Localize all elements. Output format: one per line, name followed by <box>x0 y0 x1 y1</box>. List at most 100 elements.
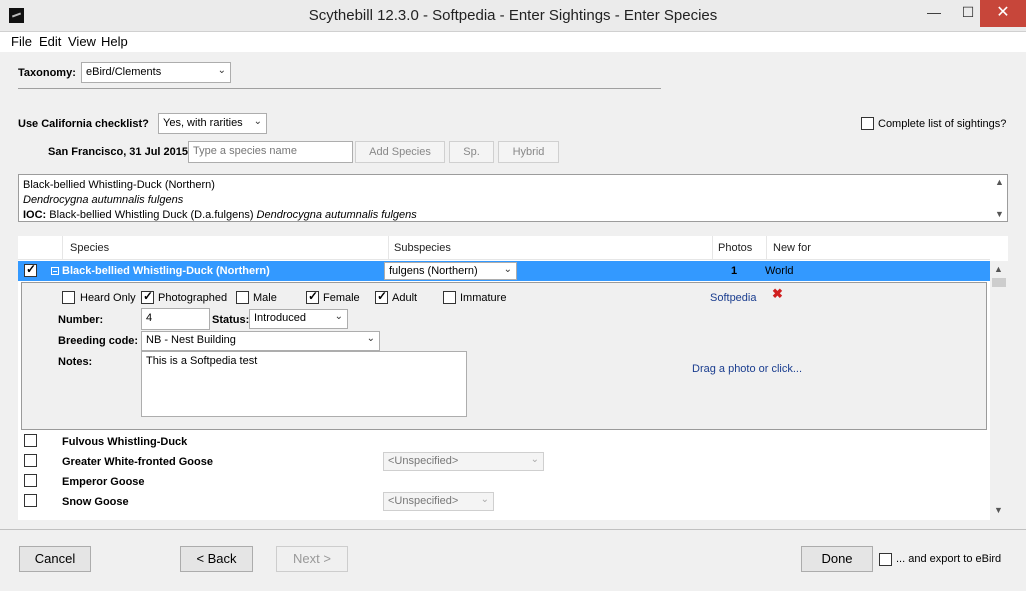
species-row-name[interactable]: Fulvous Whistling-Duck <box>62 436 187 448</box>
scroll-thumb[interactable] <box>992 278 1006 287</box>
next-button[interactable]: Next > <box>276 546 348 572</box>
menu-file[interactable]: File <box>11 34 32 49</box>
scroll-down-icon[interactable]: ▼ <box>995 209 1004 219</box>
species-row-checkbox[interactable] <box>24 474 37 487</box>
status-value: Introduced <box>254 312 306 324</box>
menu-view[interactable]: View <box>68 34 96 49</box>
taxonomy-select[interactable]: eBird/Clements ⌄ <box>81 62 231 83</box>
subspecies-select[interactable]: fulgens (Northern) ⌄ <box>384 262 517 280</box>
menu-help[interactable]: Help <box>101 34 128 49</box>
female-label: Female <box>323 292 360 304</box>
menu-edit[interactable]: Edit <box>39 34 61 49</box>
dropdown-arrow-icon: ⌄ <box>217 65 226 76</box>
window-title: Scythebill 12.3.0 - Softpedia - Enter Si… <box>308 7 718 24</box>
sp-button[interactable]: Sp. <box>449 141 494 163</box>
scroll-down-icon[interactable]: ▼ <box>994 505 1003 515</box>
photographed-label: Photographed <box>158 292 228 304</box>
done-button[interactable]: Done <box>801 546 873 572</box>
scroll-up-icon[interactable]: ▲ <box>994 264 1003 274</box>
export-ebird-label: ... and export to eBird <box>896 553 1002 565</box>
dropdown-arrow-icon: ⌄ <box>334 311 343 322</box>
species-row-checkbox[interactable] <box>24 494 37 507</box>
dropdown-arrow-icon: ⌄ <box>366 333 375 344</box>
collapse-icon[interactable] <box>51 267 59 275</box>
new-for-value: World <box>765 265 794 277</box>
info-common-name: Black-bellied Whistling-Duck (Northern) <box>23 179 215 191</box>
add-species-button[interactable]: Add Species <box>355 141 445 163</box>
export-ebird-checkbox[interactable] <box>879 553 892 566</box>
hybrid-button[interactable]: Hybrid <box>498 141 559 163</box>
back-button[interactable]: < Back <box>180 546 253 572</box>
info-ioc-line: IOC: Black-bellied Whistling Duck (D.a.f… <box>23 209 417 221</box>
scroll-up-icon[interactable]: ▲ <box>995 177 1004 187</box>
title-bar: Scythebill 12.3.0 - Softpedia - Enter Si… <box>0 0 1026 32</box>
selected-species-row[interactable]: Black-bellied Whistling-Duck (Northern) … <box>18 261 990 281</box>
species-row-checkbox[interactable] <box>24 454 37 467</box>
dropdown-arrow-icon: ⌄ <box>503 264 512 275</box>
subspecies-value: fulgens (Northern) <box>389 265 478 277</box>
number-label: Number: <box>58 314 104 326</box>
species-search-input[interactable]: Type a species name <box>188 141 353 163</box>
species-row-checkbox[interactable] <box>24 262 37 277</box>
heard-only-label: Heard Only <box>80 292 136 304</box>
female-checkbox[interactable] <box>306 289 319 304</box>
cancel-button[interactable]: Cancel <box>19 546 91 572</box>
heard-only-checkbox[interactable] <box>62 291 75 304</box>
immature-checkbox[interactable] <box>443 291 456 304</box>
dropdown-arrow-icon: ⌄ <box>253 116 262 127</box>
column-species[interactable]: Species <box>70 242 109 254</box>
delete-icon[interactable]: ✖ <box>772 286 783 302</box>
column-separator <box>712 236 713 260</box>
breeding-code-label: Breeding code: <box>58 335 139 347</box>
complete-list-label: Complete list of sightings? <box>878 118 1007 130</box>
column-subspecies[interactable]: Subspecies <box>394 242 451 254</box>
breeding-code-value: NB - Nest Building <box>146 334 236 346</box>
species-row-name[interactable]: Greater White-fronted Goose <box>62 456 213 468</box>
species-row-name[interactable]: Emperor Goose <box>62 476 145 488</box>
photographed-checkbox[interactable] <box>141 289 154 304</box>
minimize-button[interactable]: — <box>917 0 951 27</box>
number-input[interactable]: 4 <box>141 308 210 330</box>
sighting-detail-panel: Heard Only Photographed Male Female Adul… <box>21 282 987 430</box>
breeding-code-select[interactable]: NB - Nest Building ⌄ <box>141 331 380 351</box>
subspecies-select[interactable]: <Unspecified> ⌄ <box>383 492 494 511</box>
complete-list-checkbox[interactable] <box>861 117 874 130</box>
subspecies-select[interactable]: <Unspecified> ⌄ <box>383 452 544 471</box>
column-separator <box>388 236 389 260</box>
grid-header: Species Subspecies Photos New for <box>18 236 990 260</box>
info-scientific-name: Dendrocygna autumnalis fulgens <box>23 194 184 206</box>
status-select[interactable]: Introduced ⌄ <box>249 309 348 329</box>
subspecies-value: <Unspecified> <box>388 455 459 467</box>
photo-credit-link[interactable]: Softpedia <box>710 292 756 304</box>
checklist-value: Yes, with rarities <box>163 117 243 129</box>
species-row-name[interactable]: Snow Goose <box>62 496 129 508</box>
species-info-box: Black-bellied Whistling-Duck (Northern) … <box>18 174 1008 222</box>
dropdown-arrow-icon: ⌄ <box>480 494 489 505</box>
male-checkbox[interactable] <box>236 291 249 304</box>
notes-textarea[interactable]: This is a Softpedia test <box>141 351 467 417</box>
column-new-for[interactable]: New for <box>773 242 811 254</box>
menu-bar: File Edit View Help <box>0 32 1026 52</box>
close-button[interactable]: ✕ <box>980 0 1026 27</box>
photo-count: 1 <box>731 265 738 277</box>
taxonomy-value: eBird/Clements <box>86 66 162 78</box>
photo-drop-area[interactable]: Drag a photo or click... <box>692 363 802 375</box>
taxonomy-label: Taxonomy: <box>18 67 76 79</box>
column-separator <box>766 236 767 260</box>
divider <box>18 88 661 89</box>
species-grid: Species Subspecies Photos New for Black-… <box>18 236 1008 520</box>
location-date: San Francisco, 31 Jul 2015 <box>48 146 189 158</box>
checklist-select[interactable]: Yes, with rarities ⌄ <box>158 113 267 134</box>
immature-label: Immature <box>460 292 507 304</box>
ioc-prefix: IOC: <box>23 209 47 221</box>
column-separator <box>62 236 63 260</box>
grid-scrollbar[interactable]: ▲ ▼ <box>990 261 1008 520</box>
checklist-label: Use California checklist? <box>18 118 149 130</box>
subspecies-value: <Unspecified> <box>388 495 459 507</box>
male-label: Male <box>253 292 277 304</box>
adult-checkbox[interactable] <box>375 289 388 304</box>
species-row-checkbox[interactable] <box>24 434 37 447</box>
ioc-name: Black-bellied Whistling Duck (D.a.fulgen… <box>49 209 254 221</box>
adult-label: Adult <box>392 292 418 304</box>
column-photos[interactable]: Photos <box>718 242 752 254</box>
